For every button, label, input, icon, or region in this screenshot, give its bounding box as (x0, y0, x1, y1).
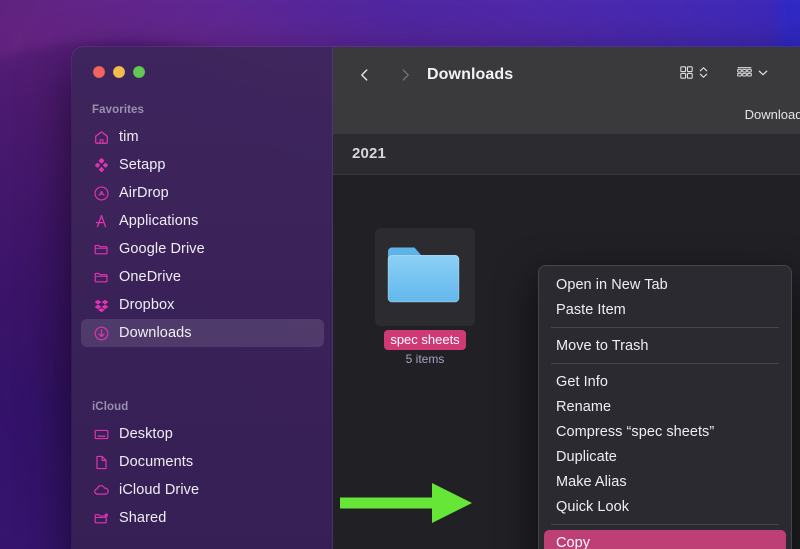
menu-item-label: Duplicate (556, 448, 617, 465)
menu-item-label: Move to Trash (556, 337, 649, 354)
sidebar-item-applications[interactable]: Applications (81, 207, 324, 235)
up-down-chevron-icon (698, 64, 709, 86)
desktop-icon (92, 425, 110, 443)
sidebar-section-favorites: Favorites tim Setapp AirDrop Application… (72, 101, 333, 347)
menu-item-label: Make Alias (556, 473, 627, 490)
toolbar-right-controls (675, 62, 800, 88)
file-item-spec-sheets[interactable]: spec sheets 5 items (375, 228, 475, 366)
sidebar-item-label: OneDrive (119, 269, 182, 285)
menu-item-make-alias[interactable]: Make Alias (544, 469, 786, 494)
menu-item-rename[interactable]: Rename (544, 394, 786, 419)
menu-item-open-in-new-tab[interactable]: Open in New Tab (544, 272, 786, 297)
sidebar-item-setapp[interactable]: Setapp (81, 151, 324, 179)
file-thumbnail[interactable] (375, 228, 475, 326)
sidebar-item-label: Google Drive (119, 241, 205, 257)
menu-item-compress-spec-sheets[interactable]: Compress “spec sheets” (544, 419, 786, 444)
close-button[interactable] (93, 66, 105, 78)
group-by-button[interactable] (732, 62, 772, 88)
zoom-button[interactable] (133, 66, 145, 78)
context-menu[interactable]: Open in New Tab Paste Item Move to Trash Ge… (538, 265, 792, 549)
sidebar-item-label: AirDrop (119, 185, 169, 201)
sidebar-item-downloads[interactable]: Downloads (81, 319, 324, 347)
sidebar-item-label: tim (119, 129, 139, 145)
sidebar-item-onedrive[interactable]: OneDrive (81, 263, 324, 291)
menu-item-label: Quick Look (556, 498, 630, 515)
sidebar-section-header: Favorites (92, 104, 145, 116)
back-button[interactable] (351, 61, 379, 89)
group-header-label: 2021 (352, 145, 386, 162)
sidebar-item-dropbox[interactable]: Dropbox (81, 291, 324, 319)
forward-button[interactable] (391, 61, 419, 89)
sidebar-item-airdrop[interactable]: AirDrop (81, 179, 324, 207)
menu-separator (551, 363, 779, 364)
sidebar-item-label: Dropbox (119, 297, 175, 313)
window-traffic-lights (93, 66, 145, 78)
document-icon (92, 453, 110, 471)
sidebar-item-label: iCloud Drive (119, 482, 200, 498)
blue-folder-icon (385, 242, 465, 313)
folder-icon (92, 240, 110, 258)
menu-item-duplicate[interactable]: Duplicate (544, 444, 786, 469)
view-mode-button[interactable] (675, 62, 712, 88)
sidebar-item-label: Shared (119, 510, 167, 526)
chevron-down-icon (757, 64, 769, 86)
menu-item-label: Paste Item (556, 301, 626, 318)
home-icon (92, 128, 110, 146)
finder-sidebar: Favorites tim Setapp AirDrop Application… (72, 47, 333, 549)
breadcrumb[interactable]: Downloads (745, 107, 800, 122)
menu-item-move-to-trash[interactable]: Move to Trash (544, 333, 786, 358)
menu-item-label: Compress “spec sheets” (556, 423, 715, 440)
menu-separator (551, 524, 779, 525)
group-header-2021: 2021 (333, 134, 800, 175)
file-name-label[interactable]: spec sheets (384, 330, 466, 350)
sidebar-item-documents[interactable]: Documents (81, 448, 324, 476)
folder-icon (92, 268, 110, 286)
more-actions-button[interactable] (796, 62, 800, 88)
menu-item-quick-look[interactable]: Quick Look (544, 494, 786, 519)
sidebar-item-shared[interactable]: Shared (81, 504, 324, 532)
setapp-icon (92, 156, 110, 174)
desktop-background: Favorites tim Setapp AirDrop Application… (0, 0, 800, 549)
menu-item-label: Get Info (556, 373, 608, 390)
menu-item-get-info[interactable]: Get Info (544, 369, 786, 394)
sidebar-item-label: Downloads (119, 325, 192, 341)
sidebar-item-icloud-drive[interactable]: iCloud Drive (81, 476, 324, 504)
menu-item-label: Rename (556, 398, 612, 415)
sidebar-item-label: Desktop (119, 426, 173, 442)
sidebar-item-google-drive[interactable]: Google Drive (81, 235, 324, 263)
group-by-icon (735, 64, 754, 86)
downloads-icon (92, 324, 110, 342)
finder-window: Favorites tim Setapp AirDrop Application… (72, 47, 800, 549)
finder-toolbar: Downloads Download (333, 47, 800, 135)
dropbox-icon (92, 296, 110, 314)
menu-item-paste-item[interactable]: Paste Item (544, 297, 786, 322)
cloud-icon (92, 481, 110, 499)
menu-item-copy[interactable]: Copy (544, 530, 786, 549)
airdrop-icon (92, 184, 110, 202)
sidebar-section-header: iCloud (92, 401, 129, 413)
toolbar-main-row: Downloads (333, 47, 800, 103)
sidebar-item-label: Applications (119, 213, 199, 229)
grid-view-icon (678, 64, 695, 86)
sidebar-item-tim[interactable]: tim (81, 123, 324, 151)
minimize-button[interactable] (113, 66, 125, 78)
sidebar-item-label: Setapp (119, 157, 166, 173)
menu-item-label: Open in New Tab (556, 276, 668, 293)
sidebar-item-label: Documents (119, 454, 194, 470)
sidebar-item-desktop[interactable]: Desktop (81, 420, 324, 448)
sidebar-section-icloud: iCloud Desktop Documents iCloud Drive Sh… (72, 398, 333, 532)
applications-icon (92, 212, 110, 230)
menu-separator (551, 327, 779, 328)
menu-item-label: Copy (556, 534, 591, 549)
file-item-count: 5 items (405, 352, 445, 366)
shared-folder-icon (92, 509, 110, 527)
toolbar-breadcrumb-row: Downloads (333, 103, 800, 134)
page-title: Downloads (427, 66, 514, 83)
